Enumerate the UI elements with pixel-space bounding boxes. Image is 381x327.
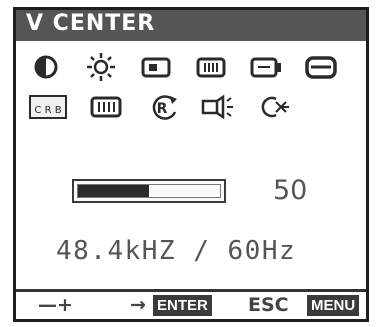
- osd-menu: V CENTER C R B R 50 48.4kHZ / 60Hz —+ → …: [13, 7, 369, 322]
- menu-title: V CENTER: [26, 11, 156, 36]
- slider-fill: [78, 185, 149, 197]
- color-temp-icon[interactable]: C R B: [28, 92, 68, 122]
- moire-icon[interactable]: [88, 92, 124, 122]
- v-center-slider[interactable]: [72, 179, 226, 203]
- h-size-icon[interactable]: [193, 52, 229, 82]
- enter-key-badge: ENTER: [153, 295, 212, 316]
- slider-track: [77, 184, 221, 198]
- v-center-icon[interactable]: [303, 52, 339, 82]
- adjust-keys-label: —+: [38, 294, 73, 316]
- contrast-icon[interactable]: [28, 52, 64, 82]
- recall-icon[interactable]: R: [146, 92, 182, 122]
- osd-icon[interactable]: [256, 92, 292, 122]
- arrow-icon: →: [130, 294, 146, 316]
- esc-key-label: ESC: [248, 294, 289, 316]
- title-bar: V CENTER: [16, 10, 366, 41]
- footer-bar: —+ → ENTER ESC MENU: [16, 289, 366, 319]
- h-position-icon[interactable]: [138, 52, 174, 82]
- v-position-icon[interactable]: [248, 52, 284, 82]
- degauss-icon[interactable]: [200, 92, 236, 122]
- svg-text:R: R: [157, 101, 168, 117]
- color-temp-label: C R B: [34, 105, 61, 116]
- brightness-icon[interactable]: [83, 52, 119, 82]
- slider-value: 50: [273, 175, 308, 206]
- menu-key-badge: MENU: [307, 295, 360, 316]
- frequency-readout: 48.4kHZ / 60Hz: [56, 236, 297, 266]
